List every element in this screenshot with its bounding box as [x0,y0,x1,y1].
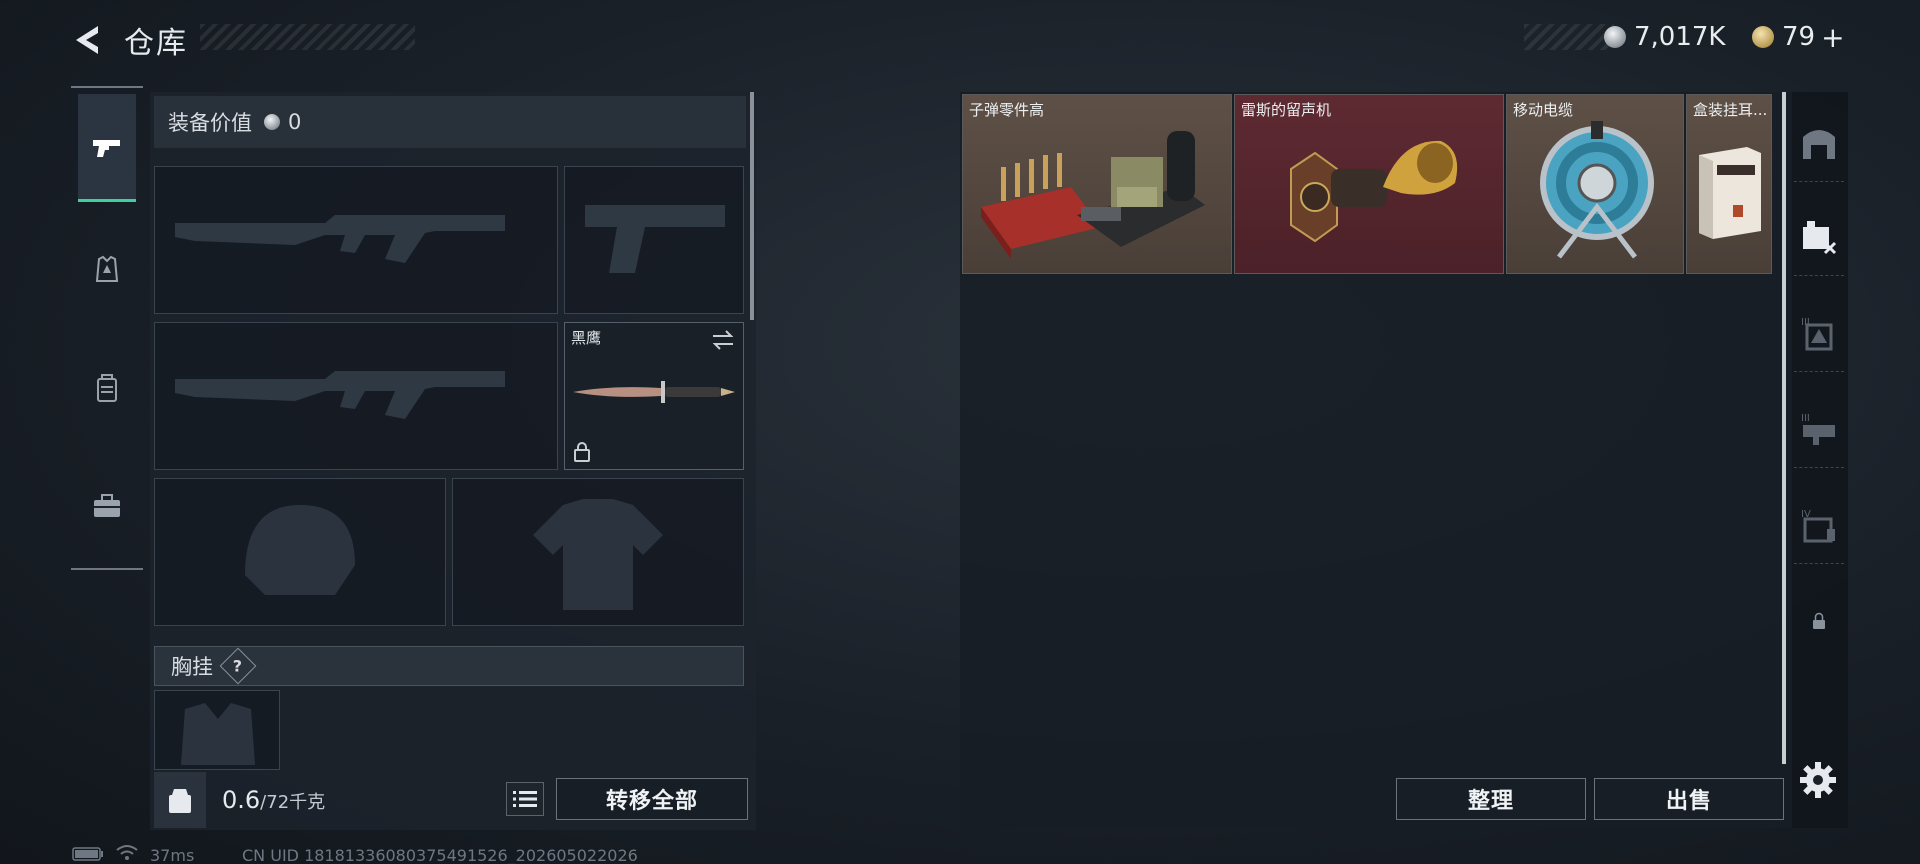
settings-gear-icon[interactable] [1798,760,1838,800]
secondary-weapon-slot[interactable] [564,166,744,314]
swap-icon[interactable] [711,329,735,351]
list-view-button[interactable] [506,782,544,816]
pistol-silhouette-icon [585,205,725,273]
pistol-icon [93,139,120,157]
rifle-silhouette-icon [175,215,505,263]
helmet-slot[interactable] [154,478,446,626]
rail-divider-bottom [71,568,143,570]
weight-icon [154,772,206,828]
weight-readout: 0.6/72千克 [222,786,325,814]
toolbox-icon [94,494,120,517]
transfer-all-button[interactable]: 转移全部 [556,778,748,820]
category-locked[interactable] [1794,582,1844,660]
category-rig-iii[interactable]: III [1794,390,1844,468]
equipment-value-bar: 装备价值 0 [154,96,746,148]
melee-slot[interactable]: 黑鹰 [564,322,744,470]
silver-currency: 7,017K [1604,20,1725,54]
lock-icon [1813,612,1825,629]
armor-slot[interactable] [452,478,744,626]
tab-toolbox[interactable] [78,452,136,560]
chest-rig-slot[interactable] [154,690,280,770]
coffee-box-icon [1699,147,1761,239]
storage-item[interactable]: 盒装挂耳... [1686,94,1772,274]
primary-weapon-slot-2[interactable] [154,322,558,470]
list-icon [513,791,537,807]
tab-weapons[interactable] [78,94,136,202]
knife-icon [573,381,735,403]
lock-icon [574,442,590,462]
backpack-icon [97,374,117,402]
armor-vest-icon [95,255,119,282]
case-tier-icon: IV [1801,509,1835,542]
item-name: 盒装挂耳... [1693,101,1768,119]
battery-icon [72,847,103,861]
page-title: 仓库 [124,26,188,61]
equipment-value-label: 装备价值 [168,111,252,135]
tab-armor[interactable] [78,216,136,324]
svg-text:III: III [1801,413,1810,424]
equipment-value: 0 [288,110,302,134]
melee-name: 黑鹰 [571,329,602,347]
back-arrow-icon[interactable] [68,20,108,60]
armor-tier-icon: III [1801,317,1833,350]
ping-text: 37ms [150,846,195,864]
rail-divider-top [71,86,143,88]
rig-tier-icon: III [1801,413,1835,445]
storage-scrollbar[interactable] [1782,92,1786,764]
category-case-iv[interactable]: IV [1794,486,1844,564]
category-all[interactable] [1794,104,1844,182]
add-currency-icon[interactable]: + [1821,21,1844,54]
gold-currency[interactable]: 79 + [1752,20,1845,54]
storage-item[interactable]: 雷斯的留声机 [1234,94,1504,274]
gold-coin-icon [1752,26,1774,48]
title-decoration [200,24,415,50]
chest-rig-header: 胸挂 ? [154,646,744,686]
rifle-silhouette-icon [175,371,505,419]
currency-decoration [1524,24,1614,50]
gramophone-icon [1290,140,1458,243]
helmet-silhouette-icon [245,505,355,595]
weight-max: /72千克 [260,792,326,813]
category-armor-iii[interactable]: III [1794,294,1844,372]
tab-backpack[interactable] [78,334,136,442]
sell-button[interactable]: 出售 [1594,778,1784,820]
ammo-crate-icon [981,131,1205,259]
equipment-scrollbar[interactable] [750,92,754,320]
silver-amount: 7,017K [1634,22,1726,52]
sort-button[interactable]: 整理 [1396,778,1586,820]
storage-item[interactable]: 子弹零件高 [962,94,1232,274]
item-name: 雷斯的留声机 [1241,101,1332,119]
storage-item[interactable]: 移动电缆 [1506,94,1684,274]
silver-coin-icon [1604,26,1626,48]
chest-rig-label: 胸挂 [171,655,213,679]
wifi-icon [116,845,138,860]
value-coin-icon [264,114,280,130]
uid-text: CN UID 18181336080375491526_202605022026 [242,846,638,864]
primary-weapon-slot[interactable] [154,166,558,314]
cable-reel-icon [1540,121,1654,259]
help-icon[interactable]: ? [219,647,257,685]
vault-icon [1803,129,1835,159]
chest-rig-silhouette-icon [181,703,255,765]
gold-amount: 79 [1782,22,1816,52]
weight-current: 0.6 [222,786,261,814]
shirt-silhouette-icon [533,499,663,610]
storage-box-icon [1803,220,1837,254]
category-storage-active[interactable] [1794,198,1844,276]
